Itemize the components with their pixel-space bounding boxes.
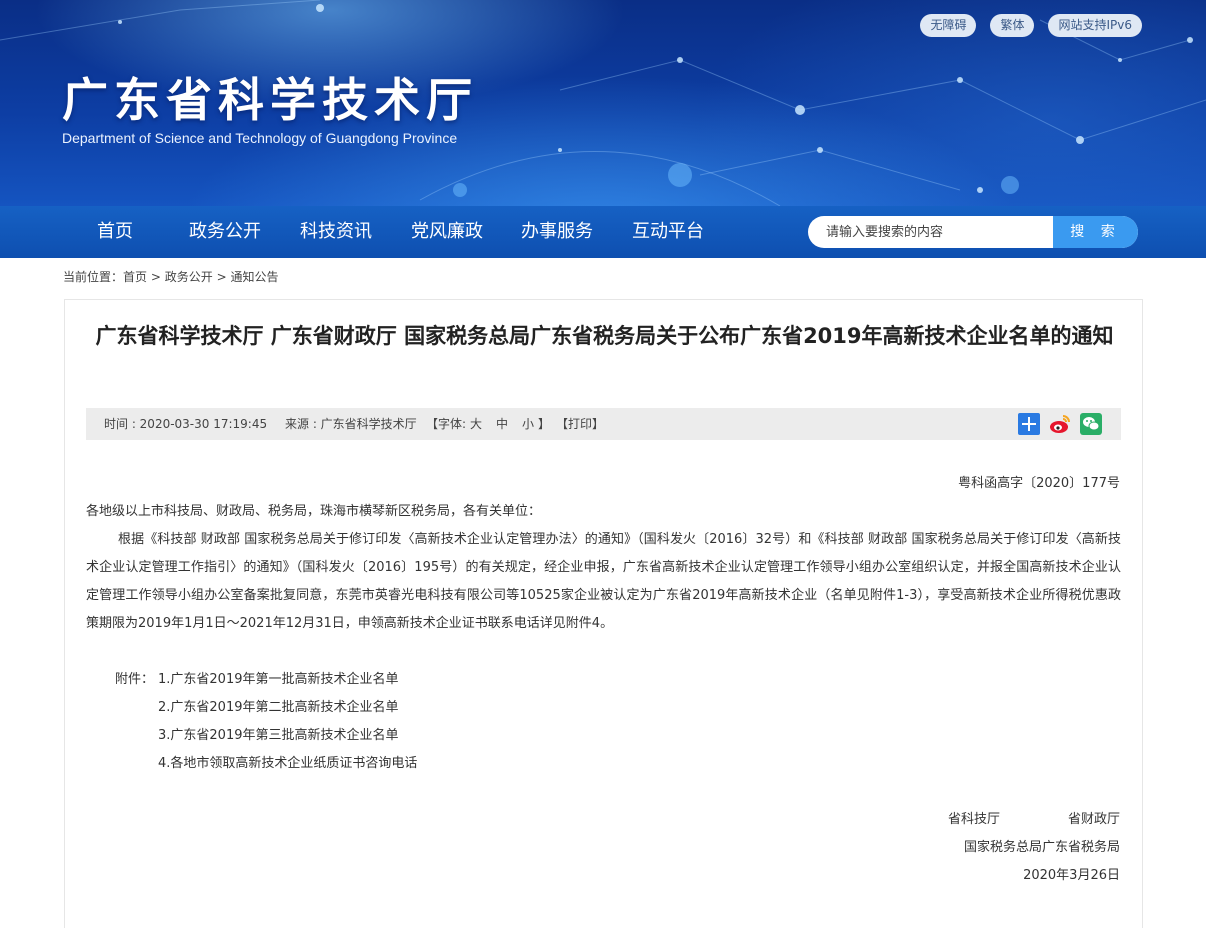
ipv6-support-link[interactable]: 网站支持IPv6 bbox=[1048, 14, 1142, 37]
wechat-icon[interactable] bbox=[1080, 413, 1102, 435]
signature-tax-bureau: 国家税务总局广东省税务局 bbox=[963, 840, 1120, 855]
header-banner: 广东省科学技术厅 Department of Science and Techn… bbox=[0, 0, 1206, 206]
nav-item-services[interactable]: 办事服务 bbox=[521, 206, 593, 258]
article-source: 来源 : 广东省科学技术厅 bbox=[285, 417, 417, 431]
signature-finance-dept: 省财政厅 bbox=[1067, 812, 1120, 827]
breadcrumb-separator: > bbox=[216, 270, 227, 284]
article-body-text: 根据《科技部 财政部 国家税务总局关于修订印发〈高新技术企业认定管理办法〉的通知… bbox=[86, 532, 1121, 631]
plus-share-icon[interactable] bbox=[1018, 413, 1040, 435]
nav-item-party-integrity[interactable]: 党风廉政 bbox=[411, 206, 483, 258]
weibo-icon[interactable] bbox=[1049, 413, 1071, 435]
site-subtitle: Department of Science and Technology of … bbox=[62, 130, 458, 146]
search-box: 搜 索 bbox=[808, 216, 1138, 248]
nav-item-interaction[interactable]: 互动平台 bbox=[632, 206, 704, 258]
breadcrumb-separator: > bbox=[150, 270, 161, 284]
accessibility-link[interactable]: 无障碍 bbox=[920, 14, 977, 37]
attachment-link-1[interactable]: 1.广东省2019年第一批高新技术企业名单 bbox=[158, 668, 399, 687]
search-button[interactable]: 搜 索 bbox=[1053, 216, 1138, 248]
signature-date: 2020年3月26日 bbox=[1023, 868, 1120, 883]
font-size-large-button[interactable]: 大 bbox=[470, 408, 482, 440]
font-size-bracket: 】 bbox=[538, 417, 551, 431]
breadcrumb-item-government-affairs[interactable]: 政务公开 bbox=[165, 270, 213, 284]
article-panel: 广东省科学技术厅 广东省财政厅 国家税务总局广东省税务局关于公布广东省2019年… bbox=[64, 299, 1143, 928]
print-button[interactable]: 【打印】 bbox=[556, 408, 604, 440]
breadcrumb-prefix: 当前位置： bbox=[63, 270, 124, 284]
article-title: 广东省科学技术厅 广东省财政厅 国家税务总局广东省税务局关于公布广东省2019年… bbox=[95, 324, 1114, 348]
traditional-chinese-link[interactable]: 繁体 bbox=[990, 14, 1035, 37]
signature-science-dept: 省科技厅 bbox=[948, 812, 1001, 827]
publish-time: 时间 : 2020-03-30 17:19:45 bbox=[104, 417, 268, 431]
nav-item-tech-news[interactable]: 科技资讯 bbox=[300, 206, 372, 258]
font-size-small-button[interactable]: 小 bbox=[522, 408, 534, 440]
attachment-link-4[interactable]: 4.各地市领取高新技术企业纸质证书咨询电话 bbox=[158, 752, 417, 771]
search-input[interactable] bbox=[808, 216, 1053, 248]
article-meta-bar: 时间 : 2020-03-30 17:19:45 来源 : 广东省科学技术厅 【… bbox=[86, 408, 1121, 440]
nav-item-home[interactable]: 首页 bbox=[97, 206, 133, 258]
font-size-medium-button[interactable]: 中 bbox=[496, 408, 508, 440]
attachment-link-2[interactable]: 2.广东省2019年第二批高新技术企业名单 bbox=[158, 696, 399, 715]
breadcrumb: 当前位置：首页 > 政务公开 > 通知公告 bbox=[63, 268, 279, 285]
nav-item-government-affairs[interactable]: 政务公开 bbox=[189, 206, 261, 258]
attachment-link-3[interactable]: 3.广东省2019年第三批高新技术企业名单 bbox=[158, 724, 399, 743]
breadcrumb-item-notices[interactable]: 通知公告 bbox=[230, 270, 278, 284]
attachments-label: 附件： bbox=[115, 672, 155, 687]
top-links: 无障碍 繁体 网站支持IPv6 bbox=[920, 14, 1142, 37]
site-title: 广东省科学技术厅 bbox=[62, 73, 478, 127]
addressee-text: 各地级以上市科技局、财政局、税务局，珠海市横琴新区税务局，各有关单位： bbox=[86, 504, 542, 519]
breadcrumb-item-home[interactable]: 首页 bbox=[123, 270, 147, 284]
document-number: 粤科函高字〔2020〕177号 bbox=[958, 476, 1120, 491]
font-size-label: 【字体: bbox=[426, 417, 467, 431]
